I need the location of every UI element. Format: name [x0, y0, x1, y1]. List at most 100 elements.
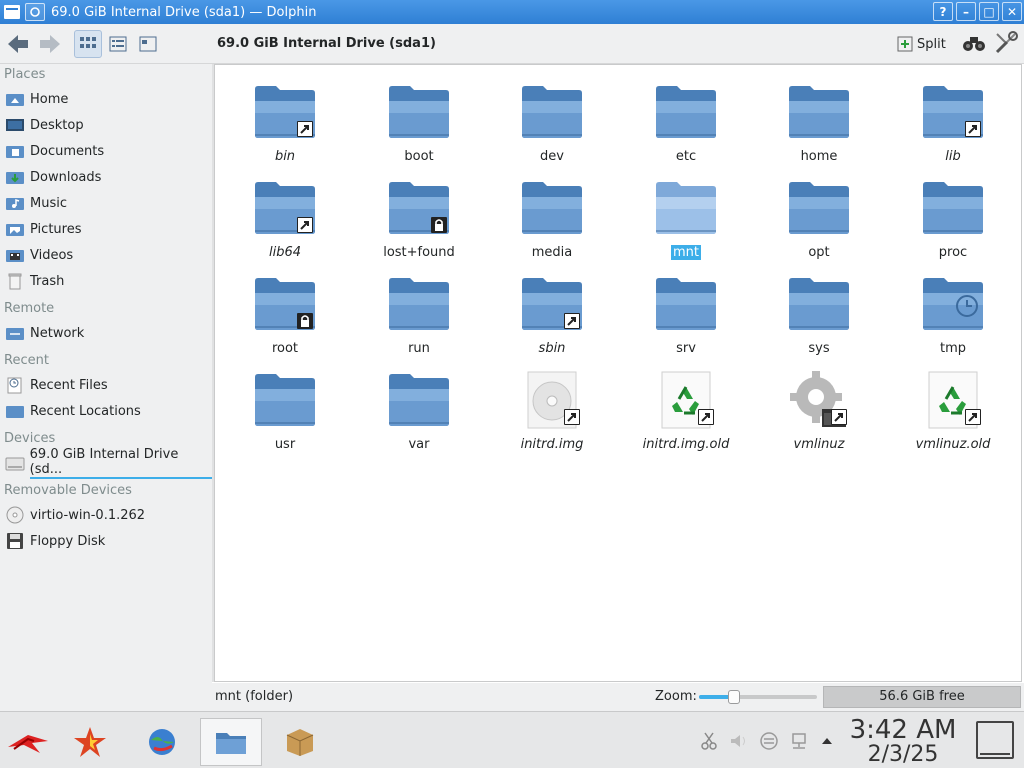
sidebar-item-home[interactable]: Home — [0, 86, 212, 112]
forward-button[interactable] — [36, 30, 64, 58]
folder-icon — [388, 179, 450, 237]
file-item[interactable]: opt — [759, 167, 879, 263]
volume-icon[interactable] — [726, 730, 752, 752]
file-item[interactable]: run — [359, 263, 479, 359]
folder-icon — [388, 275, 450, 333]
back-button[interactable] — [4, 30, 32, 58]
sidebar-item-downloads[interactable]: Downloads — [0, 164, 212, 190]
file-item[interactable]: mnt — [626, 167, 746, 263]
file-name-text: proc — [938, 245, 968, 260]
file-item[interactable]: tmp — [893, 263, 1013, 359]
file-name: home — [759, 149, 879, 164]
file-item[interactable]: etc — [626, 71, 746, 167]
file-name: media — [492, 245, 612, 260]
taskbar-app-star[interactable] — [62, 718, 118, 766]
sidebar-item-documents[interactable]: Documents — [0, 138, 212, 164]
file-item[interactable]: root — [225, 263, 345, 359]
file-item[interactable]: lib64 — [225, 167, 345, 263]
close-button[interactable]: ✕ — [1002, 2, 1022, 21]
find-button[interactable] — [962, 33, 986, 57]
taskbar-app-browser[interactable] — [134, 718, 190, 766]
backup-file-icon — [922, 371, 984, 429]
taskbar-app-package[interactable] — [272, 718, 328, 766]
section-places: Places — [4, 67, 46, 82]
icons-view-button[interactable] — [74, 29, 102, 58]
sidebar-item-music[interactable]: Music — [0, 190, 212, 216]
downloads-icon — [4, 168, 26, 186]
clock-date[interactable]: 2/3/25 — [848, 742, 958, 767]
file-item[interactable]: lost+found — [359, 167, 479, 263]
compact-view-button[interactable] — [104, 30, 132, 58]
file-name: root — [225, 341, 345, 356]
split-button[interactable]: Split — [893, 31, 950, 57]
file-item[interactable]: media — [492, 167, 612, 263]
file-item[interactable]: vmlinuz.old — [893, 359, 1013, 455]
folder-icon — [788, 179, 850, 237]
application-launcher[interactable] — [0, 718, 56, 766]
toolbar: 69.0 GiB Internal Drive (sda1) Split — [0, 24, 1024, 64]
icons-view-icon — [80, 36, 96, 48]
file-name-text: etc — [675, 149, 697, 164]
file-item[interactable]: srv — [626, 263, 746, 359]
split-icon — [897, 36, 913, 52]
taskbar-app-dolphin[interactable] — [200, 718, 262, 766]
window-title: 69.0 GiB Internal Drive (sda1) — Dolphin — [51, 4, 317, 20]
file-name-text: lib64 — [268, 245, 302, 260]
tray-expand-arrow-icon[interactable] — [814, 730, 840, 752]
star-app-icon — [74, 727, 106, 757]
klipper-icon[interactable] — [696, 730, 722, 752]
minimize-button[interactable]: – — [956, 2, 976, 21]
sidebar-item-desktop[interactable]: Desktop — [0, 112, 212, 138]
file-name-text: var — [408, 437, 430, 452]
sidebar-item-virtio-win[interactable]: virtio-win-0.1.262 — [0, 502, 212, 528]
folder-icon — [655, 179, 717, 237]
file-name-text: vmlinuz — [793, 437, 845, 452]
file-item[interactable]: sbin — [492, 263, 612, 359]
sidebar-item-recent-files[interactable]: Recent Files — [0, 372, 212, 398]
zoom-handle[interactable] — [728, 690, 740, 704]
file-item[interactable]: proc — [893, 167, 1013, 263]
package-icon — [286, 729, 314, 756]
file-name-text: dev — [540, 149, 564, 164]
folder-icon — [388, 371, 450, 429]
file-item[interactable]: usr — [225, 359, 345, 455]
sidebar-item-videos[interactable]: Videos — [0, 242, 212, 268]
file-view[interactable]: bin boot dev etc home lib lib64 lost+found media… — [214, 64, 1022, 682]
clock-time[interactable]: 3:42 AM — [848, 715, 958, 745]
file-item[interactable]: initrd.img.old — [626, 359, 746, 455]
details-view-button[interactable] — [134, 30, 162, 58]
maximize-button[interactable]: □ — [979, 2, 999, 21]
file-item[interactable]: bin — [225, 71, 345, 167]
sidebar-item-recent-locations[interactable]: Recent Locations — [0, 398, 212, 424]
documents-icon — [4, 142, 26, 160]
sidebar-item-pictures[interactable]: Pictures — [0, 216, 212, 242]
file-item[interactable]: boot — [359, 71, 479, 167]
file-item[interactable]: lib — [893, 71, 1013, 167]
file-item[interactable]: dev — [492, 71, 612, 167]
folder-icon — [922, 83, 984, 141]
file-item[interactable]: home — [759, 71, 879, 167]
pictures-icon — [4, 220, 26, 238]
control-menu-button[interactable] — [993, 30, 1019, 60]
help-button[interactable]: ? — [933, 2, 953, 21]
pin-button[interactable] — [25, 3, 45, 21]
network-status-icon[interactable] — [786, 730, 812, 752]
free-space-indicator[interactable]: 56.6 GiB free — [823, 686, 1021, 708]
launcher-icon — [8, 735, 48, 753]
file-item[interactable]: vmlinuz — [759, 359, 879, 455]
sidebar-item-floppy-disk[interactable]: Floppy Disk — [0, 528, 212, 554]
sidebar-item-network[interactable]: Network — [0, 320, 212, 346]
sidebar-item-internal-drive[interactable]: 69.0 GiB Internal Drive (sd... — [0, 447, 212, 479]
videos-icon — [4, 246, 26, 264]
updates-icon[interactable] — [756, 730, 782, 752]
window-menu-icon[interactable] — [2, 2, 22, 22]
sidebar-item-trash[interactable]: Trash — [0, 268, 212, 294]
show-desktop-button[interactable] — [976, 721, 1014, 759]
title-bar: 69.0 GiB Internal Drive (sda1) — Dolphin… — [0, 0, 1024, 24]
back-arrow-icon — [8, 34, 28, 53]
file-item[interactable]: sys — [759, 263, 879, 359]
temporary-folder-icon — [922, 275, 984, 333]
file-item[interactable]: initrd.img — [492, 359, 612, 455]
zoom-slider[interactable] — [699, 690, 817, 704]
file-item[interactable]: var — [359, 359, 479, 455]
